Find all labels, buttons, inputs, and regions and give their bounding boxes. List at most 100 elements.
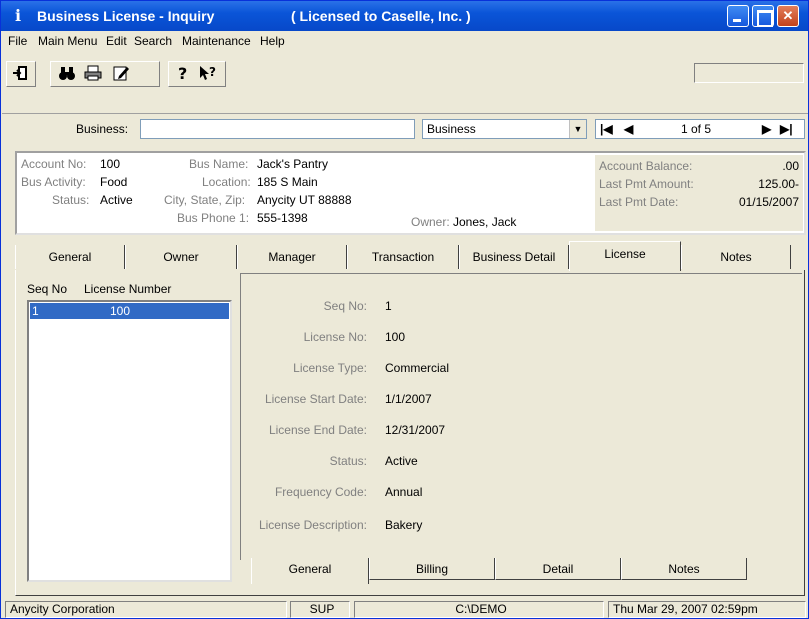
start-date-value: 1/1/2007 xyxy=(385,392,432,406)
binoculars-icon[interactable] xyxy=(56,64,78,84)
menu-main-menu[interactable]: Main Menu xyxy=(38,34,97,48)
phone-value: 555-1398 xyxy=(257,211,308,225)
search-field-combo[interactable]: Business ▼ xyxy=(422,119,587,139)
status-organization: Anycity Corporation xyxy=(5,601,287,618)
subtab-detail[interactable]: Detail xyxy=(495,558,621,580)
status-bar: Anycity Corporation SUP C:\DEMO Thu Mar … xyxy=(2,599,808,619)
license-list-panel: Seq No License Number 1 100 xyxy=(24,276,234,584)
detail-row: Status: Active xyxy=(241,454,781,472)
status-label: Status: xyxy=(52,193,90,207)
record-navigator: |◀ ◀ 1 of 5 ▶ ▶| xyxy=(595,119,805,139)
license-type-value: Commercial xyxy=(385,361,450,375)
balance-label: Account Balance: xyxy=(599,159,693,173)
minimize-button[interactable] xyxy=(727,5,749,27)
main-tabs: General Owner Manager Transaction Busine… xyxy=(15,241,805,271)
tab-general[interactable]: General xyxy=(15,245,125,269)
previous-record-icon[interactable]: ◀ xyxy=(624,121,633,137)
balance-value: .00 xyxy=(782,159,799,173)
business-search-input[interactable] xyxy=(140,119,415,139)
window-title: Business License - Inquiry xyxy=(37,8,215,24)
subtab-general[interactable]: General xyxy=(251,558,369,584)
tab-transaction[interactable]: Transaction xyxy=(347,245,459,269)
bus-activity-label: Bus Activity: xyxy=(21,175,86,189)
license-note: ( Licensed to Caselle, Inc. ) xyxy=(291,8,471,24)
last-pmt-date-value: 01/15/2007 xyxy=(738,195,799,209)
svg-text:?: ? xyxy=(178,64,187,82)
status-value: Active xyxy=(100,193,133,207)
license-list[interactable]: 1 100 xyxy=(27,300,232,582)
info-app-icon[interactable]: i xyxy=(9,7,27,25)
tab-manager[interactable]: Manager xyxy=(237,245,347,269)
app-window: i Business License - Inquiry ( Licensed … xyxy=(0,0,809,619)
seq-no-value: 1 xyxy=(385,299,392,313)
printer-icon[interactable] xyxy=(82,64,104,84)
detail-row: License Start Date: 1/1/2007 xyxy=(241,392,781,410)
svg-text:?: ? xyxy=(209,65,216,79)
frequency-code-value: Annual xyxy=(385,485,423,499)
bus-name-value: Jack's Pantry xyxy=(257,157,328,171)
first-record-icon[interactable]: |◀ xyxy=(600,121,613,137)
account-info-panel: Account No: 100 Bus Activity: Food Statu… xyxy=(15,151,806,235)
search-row: Business: Business ▼ |◀ ◀ 1 of 5 ▶ ▶| xyxy=(2,113,808,147)
last-pmt-amount-label: Last Pmt Amount: xyxy=(599,177,694,191)
tab-notes[interactable]: Notes xyxy=(681,245,791,269)
license-type-label: License Type: xyxy=(293,361,367,375)
bus-name-label: Bus Name: xyxy=(189,157,249,171)
exit-door-icon[interactable] xyxy=(10,64,32,84)
subtab-billing[interactable]: Billing xyxy=(369,558,495,580)
account-no-label: Account No: xyxy=(21,157,87,171)
bus-activity-value: Food xyxy=(100,175,128,189)
menu-bar: File Main Menu Edit Search Maintenance H… xyxy=(2,31,808,51)
license-number-column-header: License Number xyxy=(84,282,172,296)
balance-box: Account Balance: .00 Last Pmt Amount: 12… xyxy=(595,155,803,231)
record-position: 1 of 5 xyxy=(680,122,712,136)
tab-license[interactable]: License xyxy=(569,241,681,271)
detail-row: Seq No: 1 xyxy=(241,299,781,317)
menu-help[interactable]: Help xyxy=(260,34,285,48)
location-value: 185 S Main xyxy=(257,175,318,189)
subtab-notes[interactable]: Notes xyxy=(621,558,747,580)
city-value: Anycity UT 88888 xyxy=(257,193,352,207)
owner-label: Owner: xyxy=(411,215,450,229)
tab-business-detail[interactable]: Business Detail xyxy=(459,245,569,269)
frequency-code-label: Frequency Code: xyxy=(274,485,367,499)
license-detail-panel: Seq No: 1 License No: 100 License Type: … xyxy=(240,273,802,560)
next-record-icon[interactable]: ▶ xyxy=(762,121,771,137)
end-date-value: 12/31/2007 xyxy=(385,423,446,437)
license-no-label: License No: xyxy=(303,330,367,344)
license-subtabs: General Billing Detail Notes xyxy=(251,556,796,584)
list-item-license-number: 100 xyxy=(110,304,131,318)
edit-note-icon[interactable] xyxy=(110,64,132,84)
list-item[interactable]: 1 100 xyxy=(30,303,229,319)
location-label: Location: xyxy=(202,175,251,189)
status-datetime: Thu Mar 29, 2007 02:59pm xyxy=(608,601,806,618)
license-tab-content: Seq No License Number 1 100 Seq No: 1 Li… xyxy=(15,270,805,596)
maximize-button[interactable] xyxy=(752,5,774,27)
end-date-label: License End Date: xyxy=(268,423,367,437)
list-item-seq: 1 xyxy=(32,304,39,318)
seq-no-label: Seq No: xyxy=(323,299,367,313)
close-button[interactable]: ✕ xyxy=(777,5,799,27)
status-path: C:\DEMO xyxy=(354,601,604,618)
detail-row: License No: 100 xyxy=(241,330,781,348)
seq-no-column-header: Seq No xyxy=(27,282,68,296)
help-icon[interactable]: ? xyxy=(172,64,194,84)
search-field-value: Business xyxy=(427,122,476,136)
title-bar[interactable]: i Business License - Inquiry ( Licensed … xyxy=(1,1,808,31)
menu-file[interactable]: File xyxy=(8,34,27,48)
menu-search[interactable]: Search xyxy=(134,34,172,48)
menu-maintenance[interactable]: Maintenance xyxy=(182,34,251,48)
last-record-icon[interactable]: ▶| xyxy=(780,121,793,137)
business-label: Business: xyxy=(76,122,129,136)
status-user: SUP xyxy=(290,601,350,618)
menu-edit[interactable]: Edit xyxy=(106,34,127,48)
last-pmt-date-label: Last Pmt Date: xyxy=(599,195,679,209)
chevron-down-icon[interactable]: ▼ xyxy=(569,120,586,138)
whats-this-help-icon[interactable]: ? xyxy=(198,64,220,84)
detail-row: License Type: Commercial xyxy=(241,361,781,379)
toolbar: ? ? xyxy=(2,51,808,111)
license-description-value: Bakery xyxy=(385,518,423,532)
tab-owner[interactable]: Owner xyxy=(125,245,237,269)
account-no-value: 100 xyxy=(100,157,121,171)
license-status-value: Active xyxy=(385,454,418,468)
